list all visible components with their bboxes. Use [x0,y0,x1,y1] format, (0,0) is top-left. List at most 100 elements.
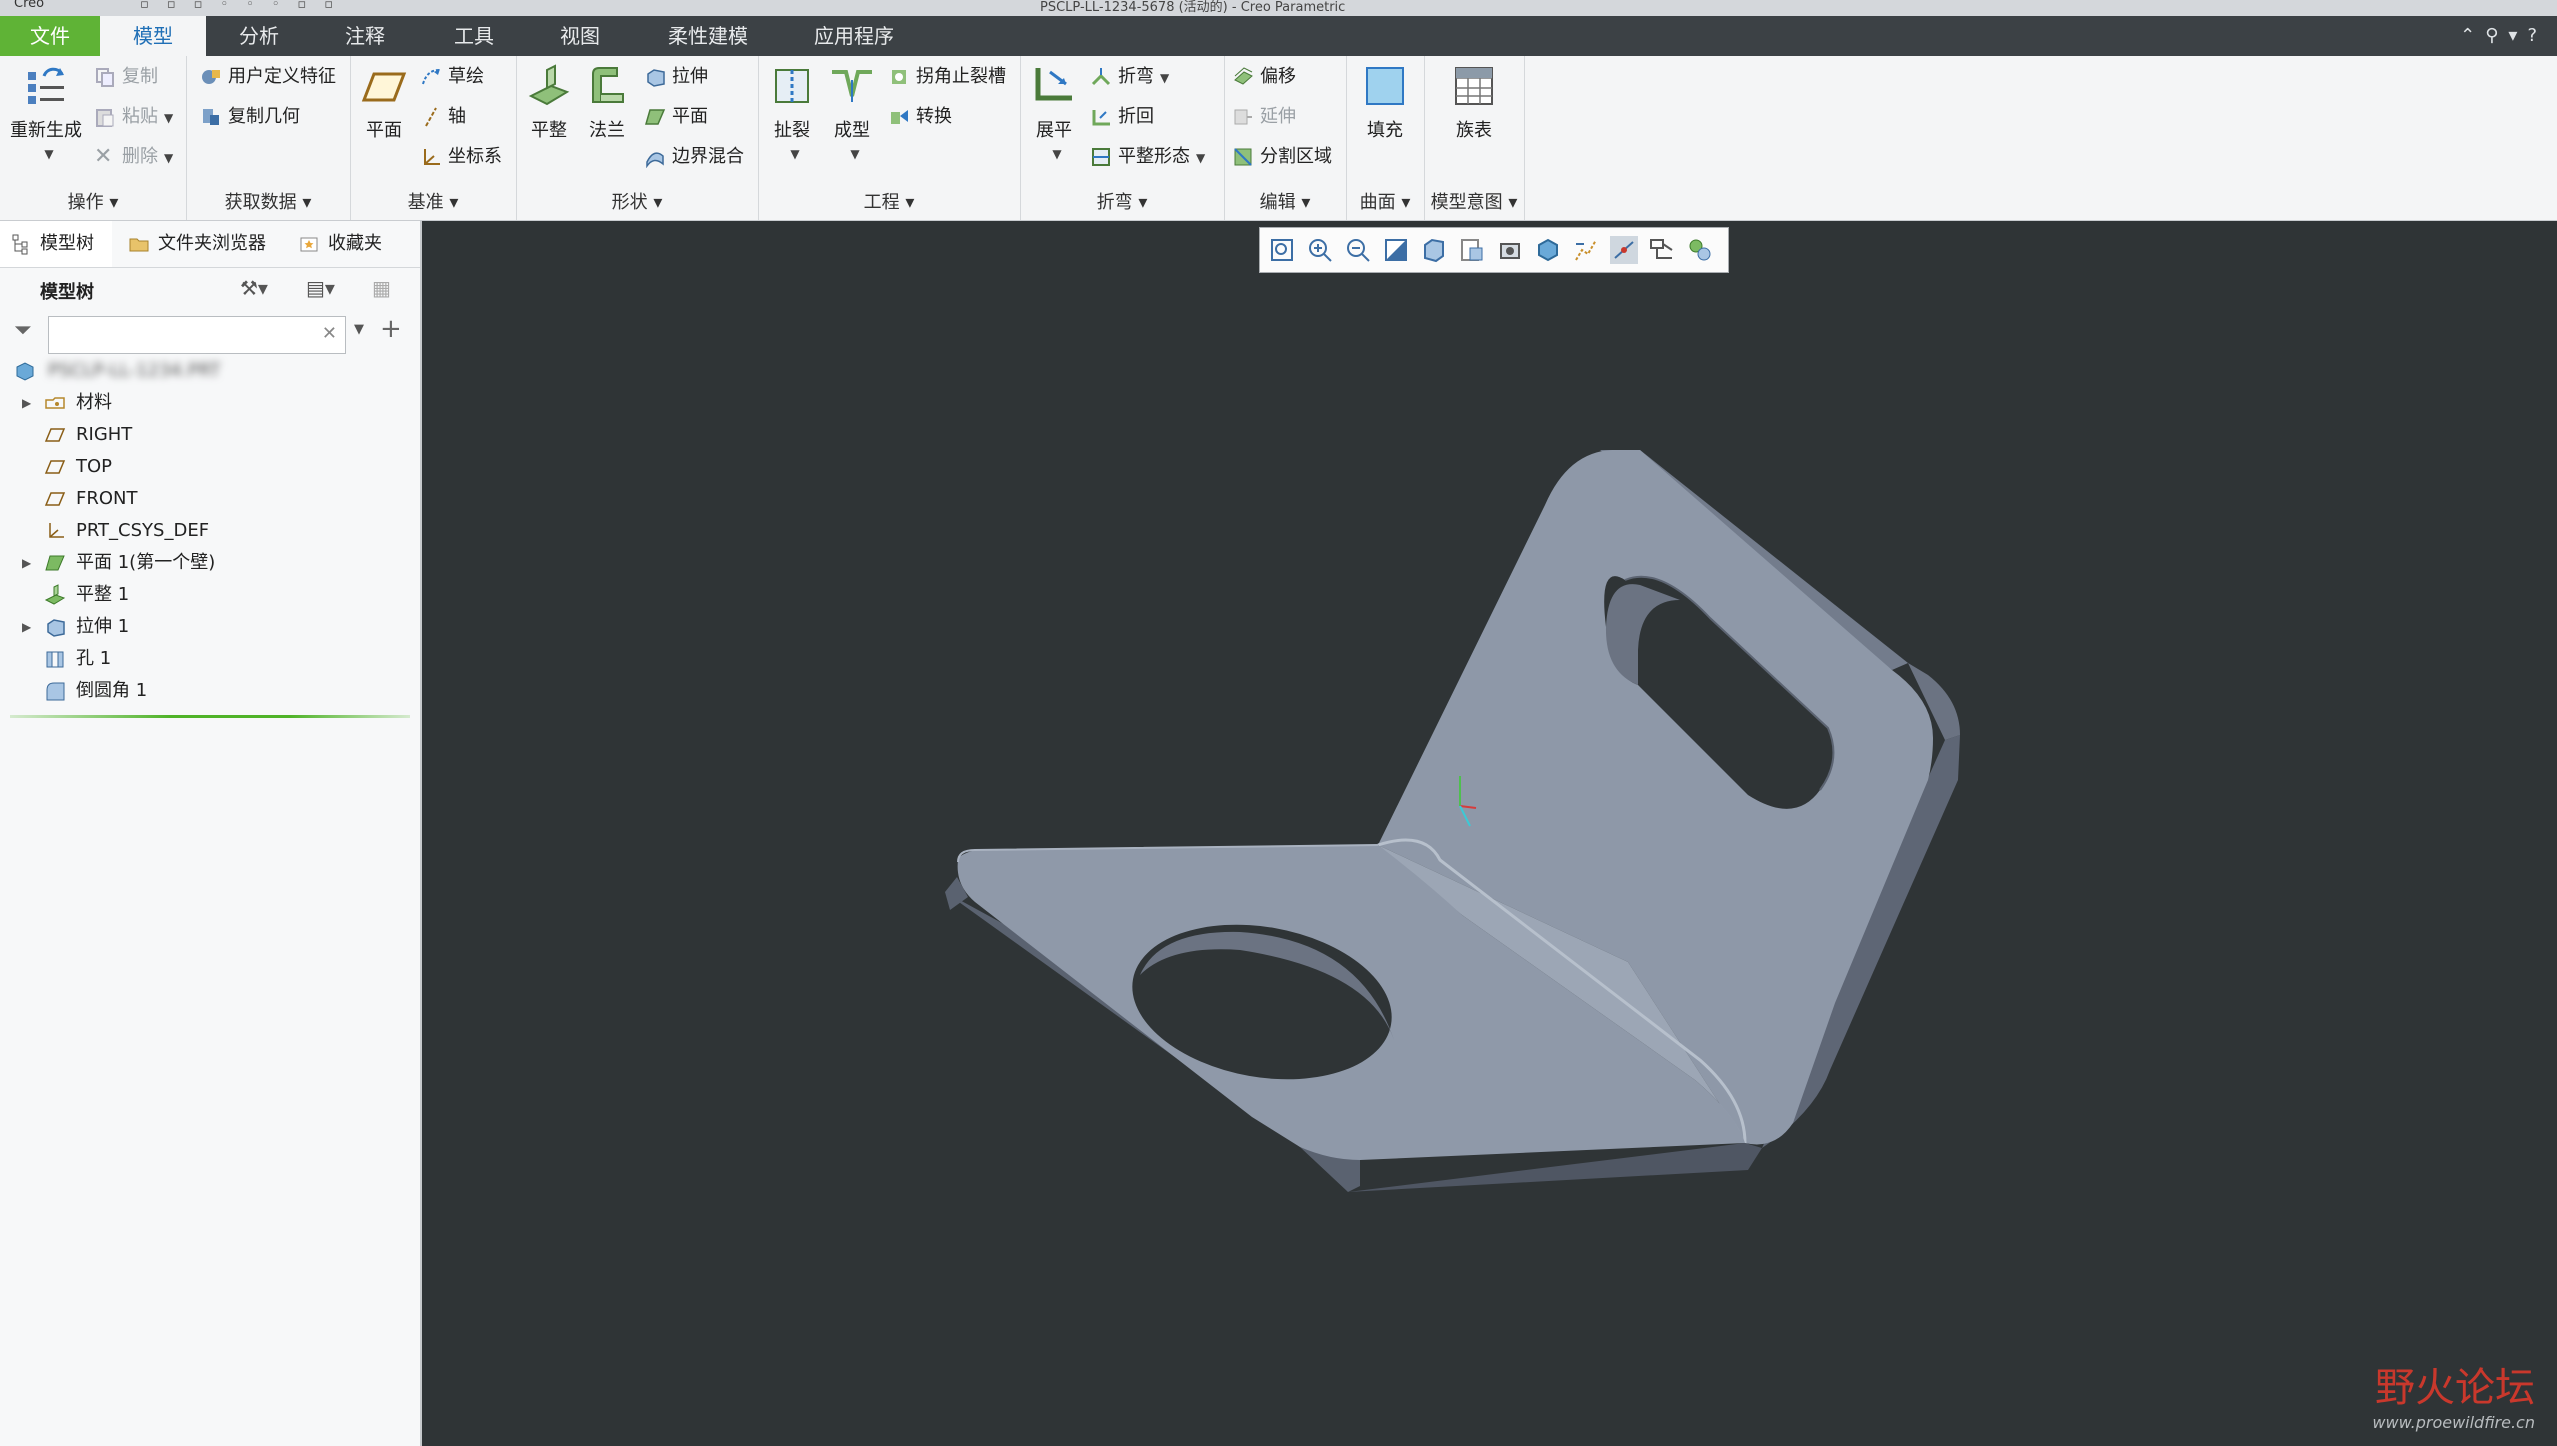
extend-button[interactable]: 延伸 [1232,102,1296,132]
group-surfaces-label[interactable]: 曲面 ▾ [1346,188,1424,214]
bend-button[interactable]: 折弯 ▼ [1090,62,1169,92]
tree-item-material[interactable]: ▶ 材料 [0,387,400,419]
tab-annotate[interactable]: 注释 [312,16,418,56]
tab-analysis[interactable]: 分析 [206,16,312,56]
extrude-button[interactable]: 拉伸 [644,62,708,92]
family-table-button[interactable]: 族表 [1442,62,1506,142]
window-controls[interactable]: ⌃⚲▾? [2460,16,2547,56]
paste-button[interactable]: 粘贴 ▼ [94,102,173,132]
regenerate-button[interactable]: 重新生成 ▼ [6,62,86,163]
add-filter-icon[interactable]: + [380,314,402,344]
flat-wall-label: 平整 [531,120,567,141]
group-engineering-label[interactable]: 工程 ▾ [758,188,1020,214]
tree-item-flat-1[interactable]: 平整 1 [0,579,400,611]
tree-item-label: PRT_CSYS_DEF [76,520,210,541]
flat-state-button[interactable]: 平整形态 ▼ [1090,142,1205,172]
tree-item-front-plane[interactable]: FRONT [0,483,400,515]
flat-wall-icon [528,64,570,106]
form-button[interactable]: 成型 ▼ [824,62,880,163]
expand-icon[interactable]: ▶ [22,611,31,643]
folder-icon [129,238,149,252]
chevron-down-icon[interactable]: ▼ [1160,71,1169,85]
group-shapes-label[interactable]: 形状 ▾ [516,188,758,214]
axis-button[interactable]: 轴 [420,102,466,132]
split-area-button[interactable]: 分割区域 [1232,142,1332,172]
planar-button[interactable]: 平面 [644,102,708,132]
quick-access-toolbar[interactable]: ▫▫▫◦◦◦▫▫ [140,0,351,12]
tree-item-root-part[interactable]: PSCLP-LL-1234.PRT [0,355,400,387]
tree-settings-icon[interactable]: ⚒▾ [240,276,268,300]
search-dropdown-icon[interactable]: ▼ [354,322,364,337]
fill-icon [1366,67,1404,105]
tree-header: 模型树 ⚒▾ ▤▾ ▦ [0,268,420,310]
tab-favorites[interactable]: 收藏夹 [288,221,420,267]
filter-icon[interactable]: ⏷ [14,318,32,343]
copy-button[interactable]: 复制 [94,62,158,92]
tab-flexible-modeling[interactable]: 柔性建模 [630,16,786,56]
group-get-data-label[interactable]: 获取数据 ▾ [186,188,350,214]
expand-icon[interactable]: ▶ [22,547,31,579]
group-editing-label[interactable]: 编辑 ▾ [1224,188,1346,214]
split-area-label: 分割区域 [1260,146,1332,167]
sheet-metal-part-model[interactable] [422,221,2557,1446]
tab-file[interactable]: 文件 [0,16,100,56]
learning-icon[interactable]: ▾ [2508,25,2527,46]
sketch-button[interactable]: 草绘 [420,62,484,92]
rip-button[interactable]: 扯裂 ▼ [764,62,820,163]
datum-plane-button[interactable]: 平面 [356,62,412,142]
tab-model[interactable]: 模型 [100,16,206,56]
corner-relief-button[interactable]: 拐角止裂槽 [888,62,1006,92]
group-model-intent-label[interactable]: 模型意图 ▾ [1424,188,1524,214]
help-icon[interactable]: ? [2527,25,2547,46]
corner-relief-icon [892,70,906,84]
delete-button[interactable]: ✕ 删除 ▼ [94,142,173,172]
show-menu-icon[interactable]: ▤▾ [306,276,335,300]
unbend-button[interactable]: 展平 ▼ [1024,62,1084,163]
tree-item-label: 材料 [76,392,112,413]
minimize-ribbon-icon[interactable]: ⌃ [2460,25,2485,46]
group-shapes: 平整 法兰 拉伸 平面 边界混合 形状 ▾ [516,56,759,220]
clear-search-icon[interactable]: ✕ [322,323,337,344]
group-operations-label[interactable]: 操作 ▾ [0,188,186,214]
convert-button[interactable]: 转换 [888,102,952,132]
flange-button[interactable]: 法兰 [578,62,636,142]
search-help-icon[interactable]: ⚲ [2485,25,2508,46]
udf-button[interactable]: 用户定义特征 [200,62,336,92]
tree-item-csys[interactable]: PRT_CSYS_DEF [0,515,400,547]
chevron-down-icon[interactable]: ▼ [1196,151,1205,165]
group-datum-label[interactable]: 基准 ▾ [350,188,516,214]
graphics-window[interactable]: 野火论坛 www.proewildfire.cn [422,221,2557,1446]
chevron-down-icon[interactable]: ▼ [1052,147,1061,161]
unbend-label: 展平 [1036,120,1072,141]
tree-item-hole-1[interactable]: 孔 1 [0,643,400,675]
tree-item-round-1[interactable]: 倒圆角 1 [0,675,400,707]
chevron-down-icon[interactable]: ▼ [850,147,859,161]
tree-search-input[interactable]: ✕ [48,316,346,354]
bend-back-button[interactable]: 折回 [1090,102,1154,132]
planar-label: 平面 [672,106,708,127]
boundary-blend-button[interactable]: 边界混合 [644,142,744,172]
extrude-label: 拉伸 [672,66,708,87]
insert-indicator[interactable] [10,715,410,718]
tree-item-planar-wall[interactable]: ▶ 平面 1(第一个壁) [0,547,400,579]
fill-button[interactable]: 填充 [1356,62,1414,142]
tab-applications[interactable]: 应用程序 [786,16,922,56]
chevron-down-icon[interactable]: ▼ [164,151,173,165]
chevron-down-icon[interactable]: ▼ [44,147,53,161]
tree-item-extrude-1[interactable]: ▶ 拉伸 1 [0,611,400,643]
chevron-down-icon[interactable]: ▼ [790,147,799,161]
tab-tools[interactable]: 工具 [418,16,530,56]
offset-button[interactable]: 偏移 [1232,62,1296,92]
expand-icon[interactable]: ▶ [22,387,31,419]
tab-folder-browser[interactable]: 文件夹浏览器 [118,221,308,267]
chevron-down-icon[interactable]: ▼ [164,111,173,125]
flat-wall-button[interactable]: 平整 [520,62,578,142]
tab-model-tree[interactable]: 模型树 [0,221,112,267]
copy-geometry-button[interactable]: 复制几何 [200,102,300,132]
csys-button[interactable]: 坐标系 [420,142,502,172]
tab-view[interactable]: 视图 [530,16,630,56]
tree-item-right-plane[interactable]: RIGHT [0,419,400,451]
tree-item-top-plane[interactable]: TOP [0,451,400,483]
group-bends-label[interactable]: 折弯 ▾ [1020,188,1224,214]
tree-columns-icon[interactable]: ▦ [372,276,391,300]
